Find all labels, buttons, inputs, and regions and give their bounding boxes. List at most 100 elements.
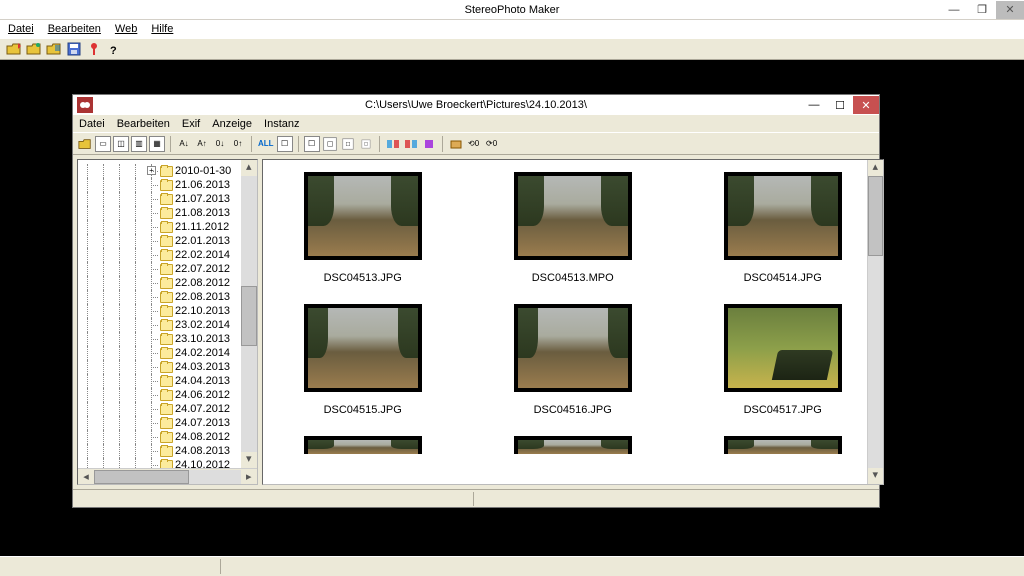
scroll-down-icon[interactable]: ▾ bbox=[868, 468, 883, 484]
thumbnail-cell[interactable]: DSC04516.JPG bbox=[497, 304, 649, 436]
tb-view-2-icon[interactable]: ◫ bbox=[113, 136, 129, 152]
folder-node[interactable]: 21.06.2013 bbox=[80, 178, 239, 192]
menu-datei[interactable]: Datei bbox=[8, 23, 34, 35]
menu-hilfe[interactable]: Hilfe bbox=[151, 23, 173, 35]
folder-node[interactable]: 24.07.2012 bbox=[80, 402, 239, 416]
folder-node[interactable]: 21.07.2013 bbox=[80, 192, 239, 206]
open-list-icon[interactable] bbox=[46, 41, 62, 57]
scroll-down-icon[interactable]: ▾ bbox=[241, 452, 257, 468]
folder-icon bbox=[160, 446, 173, 457]
thumbnail-caption: DSC04513.JPG bbox=[324, 272, 402, 284]
folder-node[interactable]: 24.08.2013 bbox=[80, 444, 239, 458]
thumbnail-cell[interactable] bbox=[707, 436, 859, 454]
folder-tree[interactable]: +2010-01-3021.06.201321.07.201321.08.201… bbox=[78, 160, 241, 468]
browser-titlebar[interactable]: C:\Users\Uwe Broeckert\Pictures\24.10.20… bbox=[73, 95, 879, 115]
folder-label: 22.01.2013 bbox=[175, 235, 230, 247]
folder-node[interactable]: 24.10.2012 bbox=[80, 458, 239, 468]
folder-node[interactable]: 22.07.2012 bbox=[80, 262, 239, 276]
thumbnail-image bbox=[308, 440, 418, 454]
thumbnail-cell[interactable]: DSC04515.JPG bbox=[287, 304, 439, 436]
folder-node[interactable]: +2010-01-30 bbox=[80, 164, 239, 178]
folder-node[interactable]: 24.07.2013 bbox=[80, 416, 239, 430]
folder-node[interactable]: 24.06.2012 bbox=[80, 388, 239, 402]
tb-view-3-icon[interactable]: ▥ bbox=[131, 136, 147, 152]
help-icon[interactable]: ? bbox=[106, 41, 122, 57]
folder-node[interactable]: 23.10.2013 bbox=[80, 332, 239, 346]
folder-label: 24.08.2013 bbox=[175, 445, 230, 457]
folder-icon bbox=[160, 222, 173, 233]
scroll-thumb[interactable] bbox=[94, 470, 189, 484]
tb-stereo-1-icon[interactable] bbox=[385, 136, 401, 152]
thumbnail-grid[interactable]: DSC04513.JPGDSC04513.MPODSC04514.JPGDSC0… bbox=[263, 160, 867, 484]
scroll-right-icon[interactable]: ▸ bbox=[241, 470, 257, 483]
tb-sort-desc-icon[interactable]: A↑ bbox=[194, 136, 210, 152]
expand-toggle-icon[interactable]: + bbox=[147, 166, 156, 175]
folder-label: 21.07.2013 bbox=[175, 193, 230, 205]
thumbnail-cell[interactable] bbox=[287, 436, 439, 454]
thumbnail-frame bbox=[514, 436, 632, 454]
tb-thumb-xl-icon[interactable]: ☐ bbox=[277, 136, 293, 152]
scroll-left-icon[interactable]: ◂ bbox=[78, 470, 94, 483]
app-close-button[interactable]: ✕ bbox=[996, 1, 1024, 19]
folder-node[interactable]: 24.02.2014 bbox=[80, 346, 239, 360]
thumbnail-cell[interactable]: DSC04513.MPO bbox=[497, 172, 649, 304]
browser-minimize-button[interactable]: — bbox=[801, 96, 827, 114]
thumbnail-cell[interactable]: DSC04513.JPG bbox=[287, 172, 439, 304]
folder-node[interactable]: 23.02.2014 bbox=[80, 318, 239, 332]
tb-stereo-2-icon[interactable] bbox=[403, 136, 419, 152]
folder-label: 24.03.2013 bbox=[175, 361, 230, 373]
tree-vscrollbar[interactable]: ▴ ▾ bbox=[241, 160, 257, 468]
folder-node[interactable]: 22.08.2012 bbox=[80, 276, 239, 290]
folder-node[interactable]: 22.02.2014 bbox=[80, 248, 239, 262]
folder-node[interactable]: 22.08.2013 bbox=[80, 290, 239, 304]
tb-num-asc-icon[interactable]: 0↓ bbox=[212, 136, 228, 152]
open-stereo-icon[interactable] bbox=[26, 41, 42, 57]
scroll-up-icon[interactable]: ▴ bbox=[241, 160, 257, 176]
folder-node[interactable]: 22.01.2013 bbox=[80, 234, 239, 248]
tb-select-all-button[interactable]: ALL bbox=[257, 136, 275, 152]
tb-anaglyph-icon[interactable] bbox=[421, 136, 437, 152]
tb-open-icon[interactable] bbox=[77, 136, 93, 152]
menu-bearbeiten[interactable]: Bearbeiten bbox=[48, 23, 101, 35]
folder-node[interactable]: 24.04.2013 bbox=[80, 374, 239, 388]
tb-sort-asc-icon[interactable]: A↓ bbox=[176, 136, 192, 152]
folder-tree-panel: +2010-01-3021.06.201321.07.201321.08.201… bbox=[77, 159, 258, 485]
browser-menu-exif[interactable]: Exif bbox=[182, 118, 200, 130]
tb-thumb-l-icon[interactable]: ☐ bbox=[304, 136, 320, 152]
tb-rename-icon[interactable] bbox=[448, 136, 464, 152]
folder-node[interactable]: 21.11.2012 bbox=[80, 220, 239, 234]
browser-menu-bearbeiten[interactable]: Bearbeiten bbox=[117, 118, 170, 130]
thumbs-vscrollbar[interactable]: ▴ ▾ bbox=[867, 160, 883, 484]
browser-menu-datei[interactable]: Datei bbox=[79, 118, 105, 130]
thumbnail-cell[interactable] bbox=[497, 436, 649, 454]
thumbnail-cell[interactable]: DSC04517.JPG bbox=[707, 304, 859, 436]
folder-icon bbox=[160, 306, 173, 317]
open-left-icon[interactable] bbox=[6, 41, 22, 57]
folder-node[interactable]: 24.03.2013 bbox=[80, 360, 239, 374]
tree-hscrollbar[interactable]: ◂ ▸ bbox=[78, 468, 257, 484]
scroll-up-icon[interactable]: ▴ bbox=[868, 160, 883, 176]
app-maximize-button[interactable]: ❐ bbox=[968, 1, 996, 19]
tb-thumb-s-icon[interactable]: ☐ bbox=[342, 138, 353, 149]
tb-view-1-icon[interactable]: ▭ bbox=[95, 136, 111, 152]
pin-icon[interactable] bbox=[86, 41, 102, 57]
menu-web[interactable]: Web bbox=[115, 23, 137, 35]
tb-rotate-l-icon[interactable]: ⟲0 bbox=[466, 136, 482, 152]
folder-node[interactable]: 24.08.2012 bbox=[80, 430, 239, 444]
thumbnail-cell[interactable]: DSC04514.JPG bbox=[707, 172, 859, 304]
folder-node[interactable]: 21.08.2013 bbox=[80, 206, 239, 220]
scroll-thumb[interactable] bbox=[241, 286, 257, 346]
browser-maximize-button[interactable]: ☐ bbox=[827, 96, 853, 114]
tb-thumb-m-icon[interactable]: ☐ bbox=[323, 137, 337, 151]
tb-num-desc-icon[interactable]: 0↑ bbox=[230, 136, 246, 152]
tb-thumb-xs-icon[interactable]: ☐ bbox=[361, 139, 370, 148]
folder-node[interactable]: 22.10.2013 bbox=[80, 304, 239, 318]
tb-view-4-icon[interactable]: ▦ bbox=[149, 136, 165, 152]
scroll-thumb[interactable] bbox=[868, 176, 883, 256]
browser-menu-instanz[interactable]: Instanz bbox=[264, 118, 299, 130]
browser-menu-anzeige[interactable]: Anzeige bbox=[212, 118, 252, 130]
browser-close-button[interactable]: ✕ bbox=[853, 96, 879, 114]
app-minimize-button[interactable]: — bbox=[940, 1, 968, 19]
save-icon[interactable] bbox=[66, 41, 82, 57]
tb-rotate-r-icon[interactable]: ⟳0 bbox=[484, 136, 500, 152]
